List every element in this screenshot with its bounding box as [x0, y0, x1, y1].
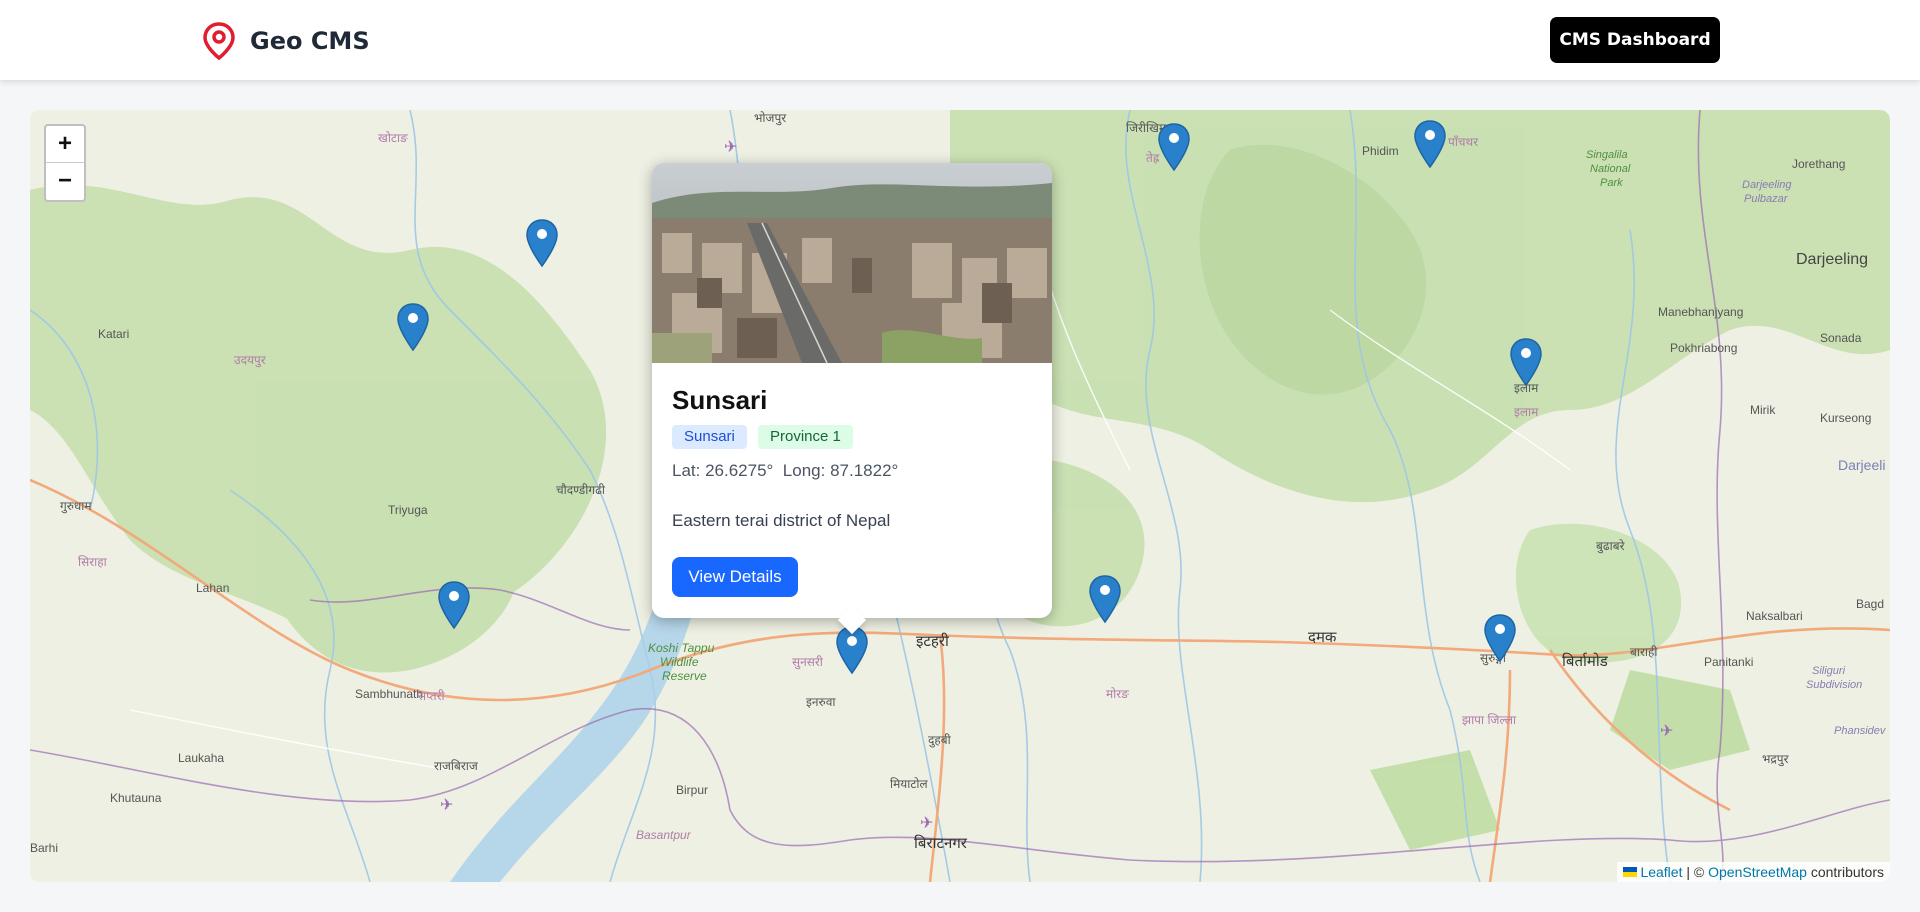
map-label-pach-np: पाँचथर — [1448, 135, 1479, 149]
navbar: Geo CMS CMS Dashboard — [0, 0, 1920, 80]
map-pin-icon — [203, 22, 235, 60]
map-label-triyuga: Triyuga — [388, 503, 428, 517]
map-label-udaypur-np: उदयपुर — [234, 353, 267, 368]
map-label-siliguri-2: Subdivision — [1806, 679, 1862, 691]
map-label-mirik: Mirik — [1750, 403, 1776, 417]
map-marker-icon[interactable] — [1483, 613, 1517, 663]
location-popup: Sunsari Sunsari Province 1 Lat: 26.6275°… — [652, 163, 1052, 635]
long-value: 87.1822° — [830, 461, 899, 480]
map-marker-icon[interactable] — [396, 302, 430, 352]
location-photo — [652, 163, 1052, 363]
map-label-damak: दमक — [1308, 629, 1337, 646]
long-label: Long: — [782, 461, 826, 480]
map-label-budhabare-np: बुढाबरे — [1596, 539, 1626, 554]
map-label-jhapa-np: झापा जिल्ला — [1462, 713, 1517, 727]
map-label-phidim: Phidim — [1362, 144, 1399, 158]
map-label-koshi: Koshi Tappu — [648, 641, 715, 655]
airport-icon: ✈ — [440, 795, 453, 814]
popup-title: Sunsari — [672, 385, 768, 415]
map-label-gaighat-np: गुरुधाम — [60, 499, 92, 514]
map-label-koshi-2: Wildlife — [660, 655, 699, 669]
map-label-birpur: Birpur — [676, 783, 708, 797]
map-label-manebhanjyang: Manebhanjyang — [1658, 305, 1743, 319]
airport-icon: ✈ — [1660, 721, 1673, 740]
map-marker-icon[interactable] — [1157, 122, 1191, 172]
district-tag: Sunsari — [672, 425, 747, 449]
map-label-khotang-np: खोटाङ — [378, 131, 408, 145]
map-label-siliguri: Siliguri — [1812, 665, 1846, 677]
map-label-duhabi: दुहबी — [928, 733, 952, 748]
map-label-basantpur: Basantpur — [636, 828, 692, 842]
map-label-saptari-np: सप्तरी — [418, 689, 446, 703]
map-label-sunsari-np: सुनसरी — [792, 655, 824, 670]
map-marker-icon[interactable] — [1509, 337, 1543, 387]
map-label-biratnagar: बिराटनगर — [914, 834, 968, 852]
map-label-inaruwa: इनरुवा — [806, 695, 836, 709]
brand[interactable]: Geo CMS — [202, 22, 370, 60]
map-label-laukaha: Laukaha — [178, 751, 224, 765]
map-label-sambhunath: Sambhunath — [355, 687, 423, 701]
zoom-out-button[interactable]: − — [46, 163, 84, 199]
map-label-chaudandi-np: चौदण्डीगढी — [556, 483, 606, 497]
zoom-control: + − — [44, 124, 86, 202]
map-label-khutauna: Khutauna — [110, 791, 162, 805]
view-details-button[interactable]: View Details — [672, 557, 798, 597]
airport-icon: ✈ — [724, 137, 737, 156]
map-label-bagd: Bagd — [1856, 597, 1884, 611]
brand-name: Geo CMS — [250, 27, 370, 55]
map-label-barhi: Barhi — [30, 841, 58, 855]
map-marker-icon[interactable] — [525, 218, 559, 268]
province-tag: Province 1 — [758, 425, 853, 449]
map-label-siraha-np: सिराहा — [78, 555, 108, 569]
map-marker-icon[interactable] — [1088, 574, 1122, 624]
map-attribution: Leaflet | © OpenStreetMap contributors — [1616, 862, 1890, 882]
map-label-bhojpur-np: भोजपुर — [754, 111, 787, 126]
map-label-lahan: Lahan — [196, 581, 229, 595]
coordinates: Lat: 26.6275° Long: 87.1822° — [672, 461, 898, 481]
lat-label: Lat: — [672, 461, 701, 480]
map-marker-icon[interactable] — [437, 580, 471, 630]
leaflet-link[interactable]: Leaflet — [1640, 864, 1682, 880]
map-label-panitanki: Panitanki — [1704, 655, 1753, 669]
openstreetmap-link[interactable]: OpenStreetMap — [1708, 864, 1807, 880]
map-label-singalila-2: National — [1590, 163, 1631, 175]
cms-dashboard-button[interactable]: CMS Dashboard — [1550, 17, 1720, 63]
attribution-separator: | © — [1682, 864, 1709, 880]
map-label-birtamod: बिर्तामोड — [1562, 652, 1609, 670]
popup-description: Eastern terai district of Nepal — [672, 511, 891, 530]
map-label-bhadrapur-np: भद्रपुर — [1762, 752, 1790, 767]
zoom-in-button[interactable]: + — [46, 126, 84, 163]
ukraine-flag-icon — [1622, 867, 1637, 877]
map-label-naksalbari: Naksalbari — [1746, 609, 1803, 623]
map-label-darjeeling-cut: Darjeeli — [1838, 457, 1885, 473]
map-label-pokhriabong: Pokhriabong — [1670, 341, 1737, 355]
map-label-darjeeling: Darjeeling — [1796, 251, 1868, 268]
map-label-katari: Katari — [98, 327, 129, 341]
map-label-morang-np: मोरङ — [1106, 687, 1129, 701]
map-label-sonada: Sonada — [1820, 331, 1862, 345]
map-label-barahi-np: बाराही — [1630, 645, 1658, 659]
map-marker-icon[interactable] — [1413, 119, 1447, 169]
map-label-kurseong: Kurseong — [1820, 411, 1871, 425]
map-label-miyatol: मियाटोल — [890, 777, 929, 791]
map-label-darjeeling-pulbazar: Darjeeling — [1742, 179, 1792, 191]
map-label-singalila-3: Park — [1600, 177, 1623, 189]
map-label-koshi-3: Reserve — [662, 669, 707, 683]
lat-value: 26.6275° — [705, 461, 774, 480]
map-label-singalila: Singalila — [1586, 149, 1628, 161]
map-label-phansidew: Phansidev — [1834, 725, 1887, 737]
airport-icon: ✈ — [920, 813, 933, 832]
map-label-rajbiraj-np: राजबिराज — [434, 759, 479, 773]
attribution-contributors: contributors — [1806, 864, 1884, 880]
map-label-darjeeling-pulbazar-2: Pulbazar — [1744, 193, 1789, 205]
map-label-itahari: इटहरी — [916, 632, 950, 650]
map-label-ilam-np-2: इलाम — [1514, 405, 1539, 419]
map[interactable]: Katari Triyuga Lahan Sambhunath Laukaha … — [30, 110, 1890, 882]
map-label-jorethang: Jorethang — [1792, 157, 1845, 171]
